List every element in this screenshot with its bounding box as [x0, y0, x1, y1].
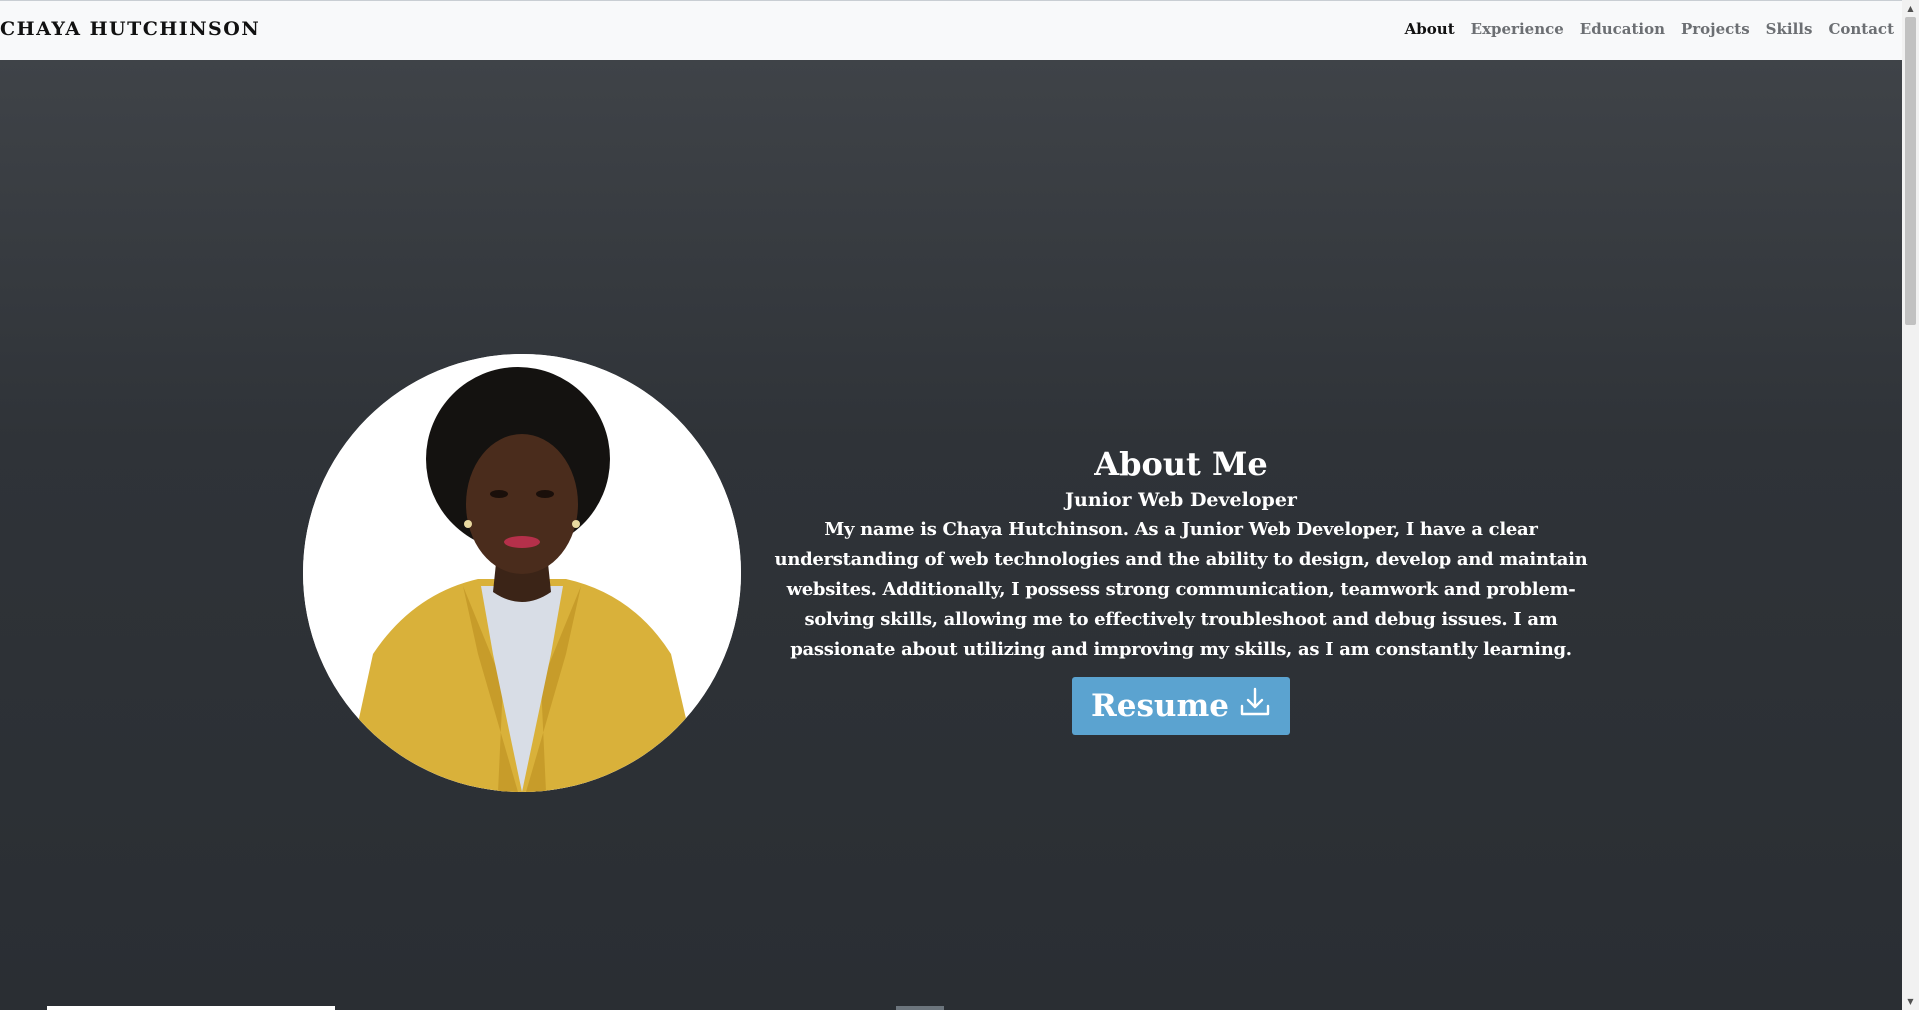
job-title: Junior Web Developer: [1065, 489, 1297, 512]
bottom-strip: [47, 1006, 335, 1010]
profile-photo: [303, 354, 741, 792]
about-section: About Me Junior Web Developer My name is…: [0, 60, 1902, 1010]
nav-link-experience[interactable]: Experience: [1471, 20, 1564, 38]
download-icon: [1239, 686, 1271, 726]
scroll-down-icon[interactable]: ▼: [1902, 993, 1919, 1010]
bottom-strip-marker: [896, 1006, 944, 1010]
nav-link-projects[interactable]: Projects: [1681, 20, 1750, 38]
nav-link-education[interactable]: Education: [1580, 20, 1665, 38]
vertical-scrollbar[interactable]: ▲ ▼: [1902, 0, 1919, 1010]
nav-link-about[interactable]: About: [1405, 20, 1455, 38]
nav-link-contact[interactable]: Contact: [1828, 20, 1894, 38]
bio-text: My name is Chaya Hutchinson. As a Junior…: [774, 519, 1588, 661]
brand-name[interactable]: CHAYA HUTCHINSON: [0, 18, 260, 40]
nav-links: About Experience Education Projects Skil…: [1405, 20, 1894, 38]
scroll-up-icon[interactable]: ▲: [1902, 0, 1919, 17]
about-title: About Me: [1094, 445, 1268, 483]
scroll-thumb[interactable]: [1905, 17, 1916, 325]
navbar: CHAYA HUTCHINSON About Experience Educat…: [0, 0, 1902, 60]
resume-label: Resume: [1090, 688, 1229, 725]
resume-download-button[interactable]: Resume: [1072, 677, 1290, 736]
nav-link-skills[interactable]: Skills: [1766, 20, 1813, 38]
about-content: About Me Junior Web Developer My name is…: [760, 445, 1602, 736]
